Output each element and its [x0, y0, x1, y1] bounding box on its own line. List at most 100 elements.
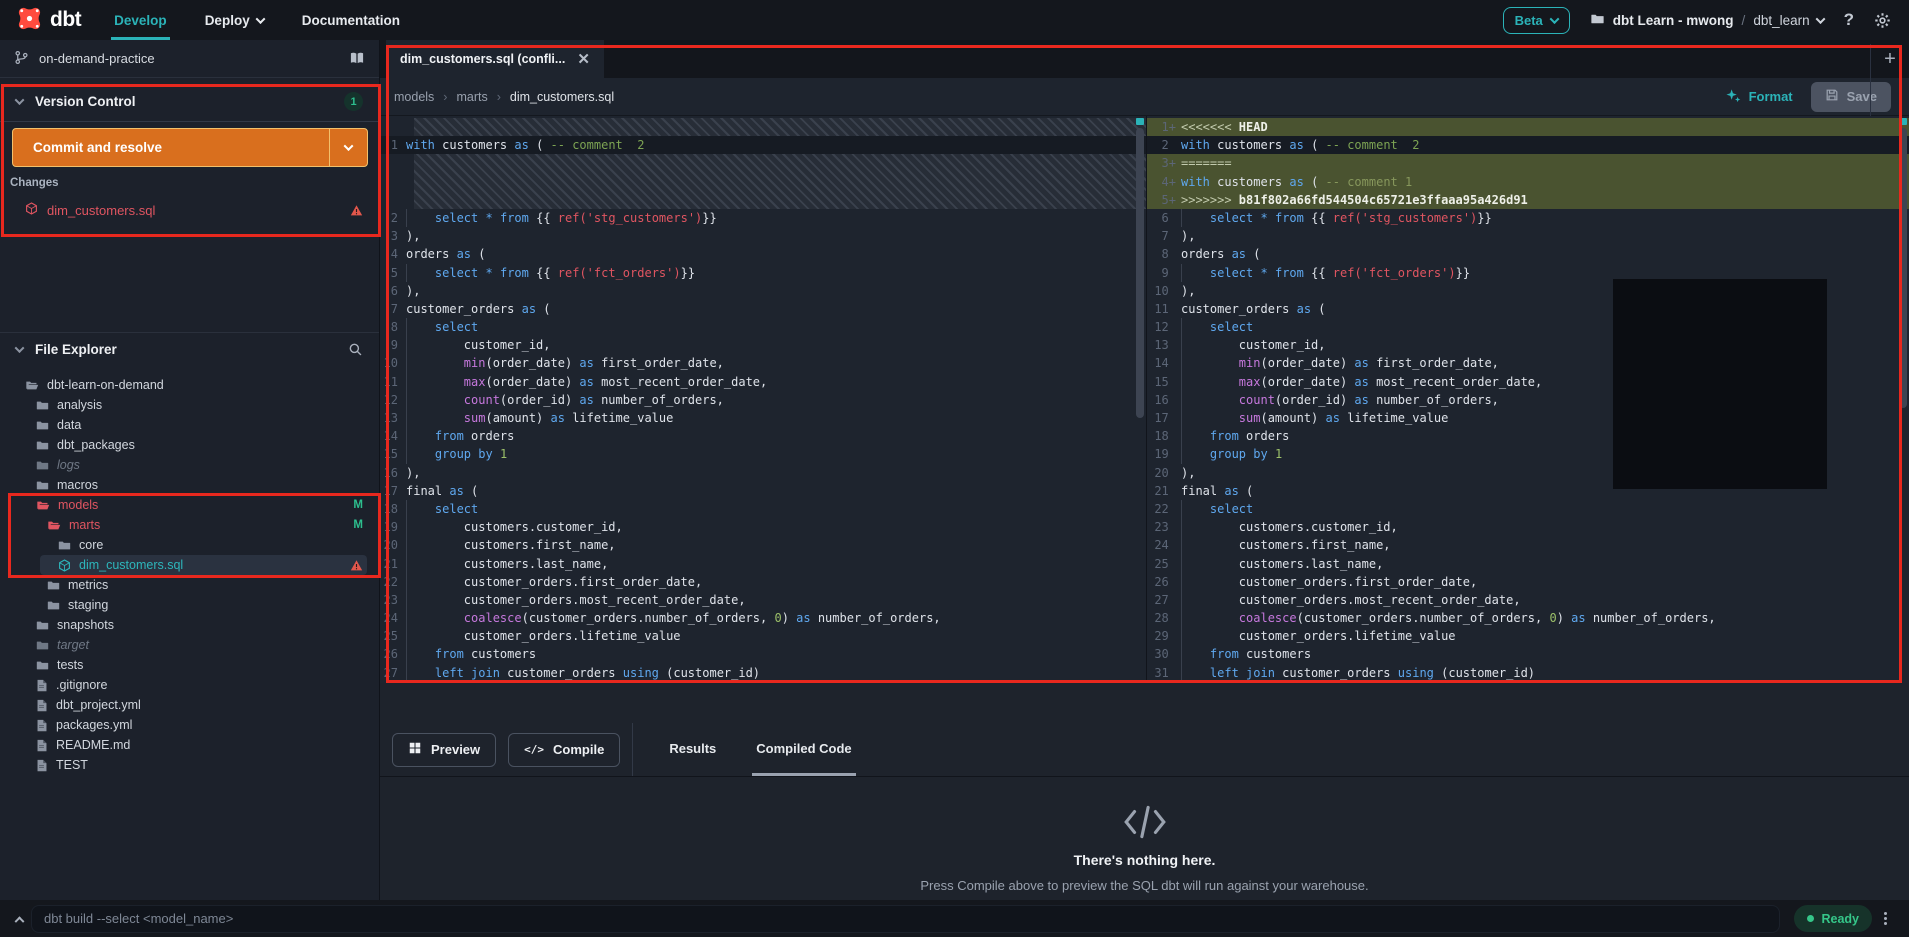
folder-icon: [47, 599, 60, 612]
status-badge[interactable]: Ready: [1794, 905, 1872, 932]
folder-icon: [47, 579, 60, 592]
code-line: 17 final as (: [383, 483, 479, 498]
help-icon[interactable]: ?: [1844, 10, 1854, 30]
code-line: 21 customers.last_name,: [380, 555, 1146, 573]
folder-icon: [58, 539, 71, 552]
code-pane-current[interactable]: 1 with customers as ( -- comment 2 2 sele…: [380, 116, 1147, 683]
new-tab-button[interactable]: +: [1877, 46, 1903, 72]
kebab-menu-icon[interactable]: [1884, 917, 1887, 920]
model-cube-icon: [58, 558, 71, 572]
tree-item-logs[interactable]: logs: [0, 455, 379, 475]
folder-icon: [36, 399, 49, 412]
file-icon: [36, 739, 48, 752]
compile-button[interactable]: </> Compile: [508, 732, 621, 767]
project-name: dbt Learn - mwong: [1612, 12, 1734, 28]
tree-item-staging[interactable]: staging: [0, 595, 379, 615]
tree-item-README.md[interactable]: README.md: [0, 735, 379, 755]
folder-icon: [36, 419, 49, 432]
model-cube-icon: [25, 202, 38, 218]
tree-item-marts[interactable]: marts M: [0, 515, 379, 535]
breadcrumb-models[interactable]: models: [394, 90, 434, 104]
tree-item-snapshots[interactable]: snapshots: [0, 615, 379, 635]
code-line: 20 customers.first_name,: [380, 536, 1146, 554]
tree-item-core[interactable]: core: [0, 535, 379, 555]
folder-icon: [36, 619, 49, 632]
chevron-down-icon: [255, 13, 266, 24]
tree-item-dbt_project.yml[interactable]: dbt_project.yml: [0, 695, 379, 715]
tree-item-macros[interactable]: macros: [0, 475, 379, 495]
search-icon[interactable]: [348, 342, 363, 357]
code-line: 29 customer_orders.lifetime_value: [1147, 627, 1909, 645]
commit-options-caret[interactable]: [329, 129, 367, 166]
tree-item-packages.yml[interactable]: packages.yml: [0, 715, 379, 735]
command-input[interactable]: [31, 904, 1781, 933]
tree-item-TEST[interactable]: TEST: [0, 755, 379, 775]
code-line: 25 customer_orders.lifetime_value: [380, 627, 1146, 645]
code-line: 7 ),: [1154, 229, 1196, 244]
save-button[interactable]: Save: [1810, 81, 1891, 112]
tree-item-.gitignore[interactable]: .gitignore: [0, 675, 379, 695]
commit-and-resolve-button[interactable]: Commit and resolve: [12, 128, 368, 167]
code-line: 9 customer_id,: [380, 336, 1146, 354]
code-line: 15 group by 1: [380, 445, 1146, 463]
nav-documentation[interactable]: Documentation: [299, 0, 403, 40]
empty-state-subtitle: Press Compile above to preview the SQL d…: [920, 878, 1369, 893]
tab-dim-customers[interactable]: dim_customers.sql (confli... ✕: [386, 40, 604, 78]
floppy-icon: [1825, 88, 1839, 105]
environment-selector[interactable]: dbt_learn: [1753, 13, 1826, 28]
code-line: 1+ <<<<<<< HEAD: [1147, 118, 1909, 137]
branch-selector[interactable]: on-demand-practice: [0, 40, 379, 78]
code-line: 23 customer_orders.most_recent_order_dat…: [380, 591, 1146, 609]
file-tree: dbt-learn-on-demand analysis data dbt_packa…: [0, 375, 379, 775]
nav-deploy[interactable]: Deploy: [202, 0, 267, 40]
results-panel: Preview </> Compile Results Compiled Cod…: [380, 683, 1909, 900]
code-line: 14 from orders: [380, 427, 1146, 445]
tab-results[interactable]: Results: [665, 723, 720, 776]
preview-button[interactable]: Preview: [392, 732, 497, 767]
tree-item-dim_customers.sql[interactable]: dim_customers.sql: [0, 555, 379, 575]
close-icon[interactable]: ✕: [577, 52, 590, 67]
chevron-down-icon: [343, 141, 354, 152]
folder-icon: [36, 659, 49, 672]
code-line: 27 customer_orders.most_recent_order_dat…: [1147, 591, 1909, 609]
code-line: 8 orders as (: [1154, 247, 1261, 262]
tab-compiled-code[interactable]: Compiled Code: [752, 723, 856, 776]
code-line: 18 select: [380, 500, 1146, 518]
branch-name: on-demand-practice: [39, 51, 155, 66]
tree-item-metrics[interactable]: metrics: [0, 575, 379, 595]
beta-dropdown[interactable]: Beta: [1502, 6, 1570, 34]
code-line: 5+ >>>>>>> b81f802a66fd544504c65721e3ffaa…: [1147, 190, 1909, 209]
code-line: 4 orders as (: [383, 247, 486, 262]
dbt-logo[interactable]: dbt: [16, 5, 82, 35]
version-control-header[interactable]: Version Control 1: [0, 85, 379, 118]
scrollbar[interactable]: [1899, 118, 1907, 408]
tree-item-data[interactable]: data: [0, 415, 379, 435]
tree-item-dbt-learn-on-demand[interactable]: dbt-learn-on-demand: [0, 375, 379, 395]
nav-develop[interactable]: Develop: [111, 0, 170, 40]
tree-item-tests[interactable]: tests: [0, 655, 379, 675]
deleted-lines-hatch: [414, 118, 1146, 137]
format-button[interactable]: Format: [1726, 88, 1793, 106]
dbt-cloud-ide: dbt Develop Deploy Documentation Beta db…: [0, 0, 1909, 937]
folder-icon: [36, 439, 49, 452]
breadcrumb-file[interactable]: dim_customers.sql: [510, 90, 614, 104]
code-line: 28 coalesce(customer_orders.number_of_or…: [1147, 609, 1909, 627]
tree-item-models[interactable]: models M: [0, 495, 379, 515]
chevron-down-icon: [1549, 13, 1560, 24]
tree-item-dbt_packages[interactable]: dbt_packages: [0, 435, 379, 455]
code-line: 3),: [383, 229, 421, 244]
scrollbar[interactable]: [1136, 118, 1144, 418]
sidebar: on-demand-practice Version Control 1 Com…: [0, 40, 380, 900]
changed-file-dim_customers.sql[interactable]: dim_customers.sql: [0, 196, 379, 224]
docs-book-icon[interactable]: [349, 51, 365, 66]
project-selector[interactable]: dbt Learn - mwong / dbt_learn: [1590, 12, 1826, 29]
top-navbar: dbt Develop Deploy Documentation Beta db…: [0, 0, 1909, 40]
gear-icon[interactable]: [1874, 12, 1891, 29]
code-line: 24 coalesce(customer_orders.number_of_or…: [380, 609, 1146, 627]
file-explorer-header[interactable]: File Explorer: [0, 332, 379, 366]
tree-item-analysis[interactable]: analysis: [0, 395, 379, 415]
chevron-up-icon[interactable]: [14, 916, 25, 927]
breadcrumb-marts[interactable]: marts: [456, 90, 487, 104]
tree-item-target[interactable]: target: [0, 635, 379, 655]
dbt-logo-text: dbt: [50, 8, 82, 31]
